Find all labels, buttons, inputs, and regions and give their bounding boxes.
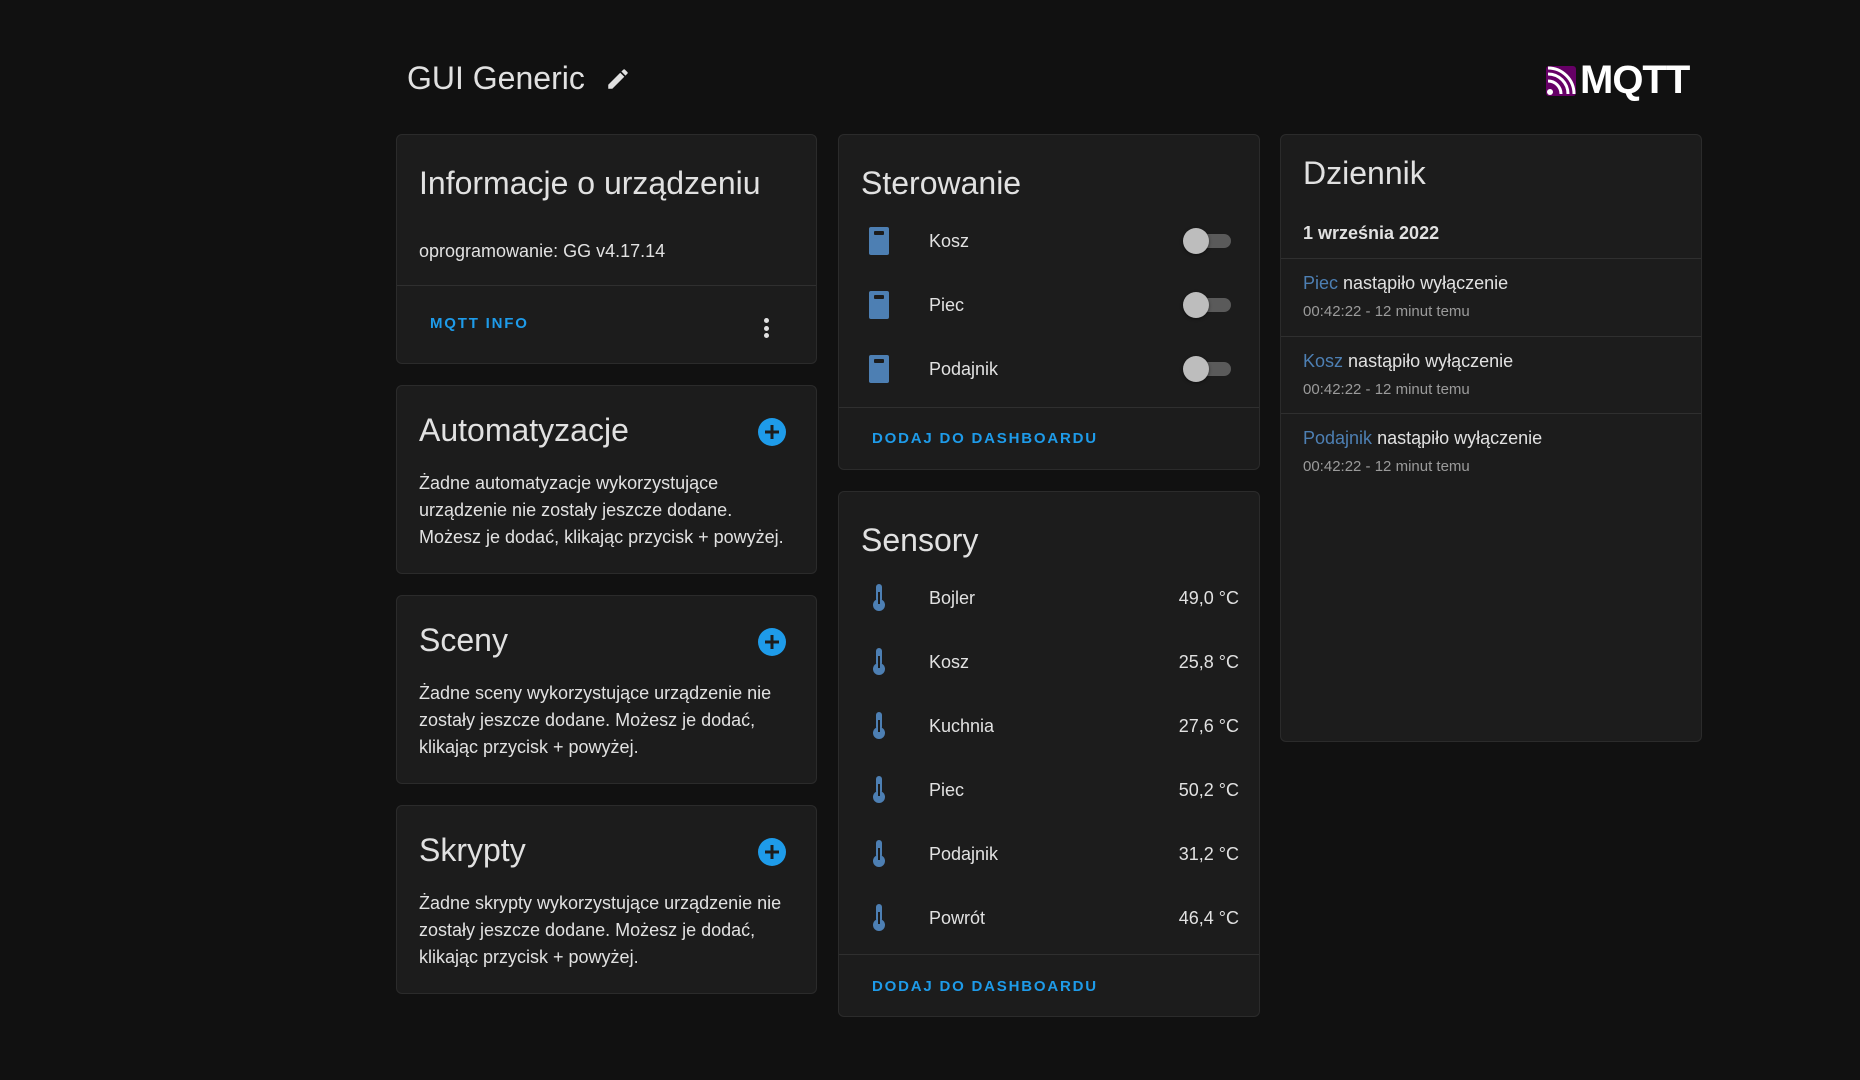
pencil-icon bbox=[608, 68, 628, 89]
scripts-empty-text: Żadne skrypty wykorzystujące urządzenie … bbox=[419, 893, 782, 967]
sensor-value: 25,8 °C bbox=[1178, 651, 1239, 672]
log-message: nastąpiło wyłączenie bbox=[1348, 351, 1514, 371]
firmware-version: oprogramowanie: GG v4.17.14 bbox=[419, 241, 666, 261]
light-switch-icon bbox=[867, 354, 891, 384]
sensor-row-kuchnia[interactable]: Kuchnia 27,6 °C bbox=[839, 694, 1259, 758]
add-to-dashboard-button[interactable]: DODAJ DO DASHBOARDU bbox=[872, 430, 1098, 447]
thermometer-icon bbox=[867, 775, 891, 805]
log-time: 00:42:22 - 12 minut temu bbox=[1303, 381, 1470, 398]
dot bbox=[763, 325, 769, 331]
toggle-thumb bbox=[1183, 292, 1209, 318]
log-entry: Kosz nastąpiło wyłączenie 00:42:22 - 12 … bbox=[1281, 336, 1701, 413]
page-header: GUI Generic bbox=[407, 60, 633, 97]
thermometer-icon bbox=[867, 903, 891, 933]
toggle-thumb bbox=[1183, 356, 1209, 382]
control-row-piec[interactable]: Piec bbox=[839, 273, 1259, 337]
plus-icon bbox=[765, 845, 779, 859]
thermometer-icon bbox=[867, 647, 891, 677]
device-info-card: Informacje o urządzeniu oprogramowanie: … bbox=[396, 134, 817, 364]
sensor-value: 50,2 °C bbox=[1178, 779, 1239, 800]
logbook-date: 1 września 2022 bbox=[1303, 223, 1440, 243]
add-script-button[interactable] bbox=[758, 838, 786, 866]
automations-title: Automatyzacje bbox=[419, 412, 629, 448]
toggle-thumb bbox=[1183, 228, 1209, 254]
add-to-dashboard-button[interactable]: DODAJ DO DASHBOARDU bbox=[872, 978, 1098, 995]
light-switch-icon bbox=[867, 290, 891, 320]
sensor-value: 27,6 °C bbox=[1178, 715, 1239, 736]
scenes-empty-text: Żadne sceny wykorzystujące urządzenie ni… bbox=[419, 683, 772, 757]
sensor-value: 46,4 °C bbox=[1178, 907, 1239, 928]
sensor-label: Podajnik bbox=[929, 843, 999, 864]
automations-card: Automatyzacje Żadne automatyzacje wykorz… bbox=[396, 385, 817, 574]
automations-empty-text: Żadne automatyzacje wykorzystujące urząd… bbox=[419, 473, 784, 547]
sensors-card: Sensory Bojler 49,0 °C Kosz 25,8 °C Kuch… bbox=[838, 491, 1260, 1017]
device-info-title: Informacje o urządzeniu bbox=[419, 165, 761, 201]
log-line: Kosz nastąpiło wyłączenie bbox=[1303, 351, 1513, 372]
sensor-label: Kosz bbox=[929, 651, 970, 672]
logbook-card: Dziennik 1 września 2022 Piec nastąpiło … bbox=[1280, 134, 1702, 742]
sensor-row-bojler[interactable]: Bojler 49,0 °C bbox=[839, 566, 1259, 630]
control-row-podajnik[interactable]: Podajnik bbox=[839, 337, 1259, 401]
thermometer-icon bbox=[867, 583, 891, 613]
log-entry: Piec nastąpiło wyłączenie 00:42:22 - 12 … bbox=[1281, 258, 1701, 335]
toggle-switch-kosz[interactable] bbox=[1183, 228, 1231, 254]
toggle-switch-podajnik[interactable] bbox=[1183, 356, 1231, 382]
thermometer-icon bbox=[867, 711, 891, 741]
sensor-label: Bojler bbox=[929, 587, 976, 608]
divider bbox=[839, 407, 1259, 408]
scripts-title: Skrypty bbox=[419, 832, 526, 868]
log-entity-link[interactable]: Podajnik bbox=[1303, 428, 1372, 448]
log-time: 00:42:22 - 12 minut temu bbox=[1303, 458, 1470, 475]
log-message: nastąpiło wyłączenie bbox=[1343, 273, 1509, 293]
mqtt-logo-text: MQTT bbox=[1580, 58, 1690, 102]
sensor-row-podajnik[interactable]: Podajnik 31,2 °C bbox=[839, 822, 1259, 886]
page-title: GUI Generic bbox=[407, 60, 585, 96]
add-scene-button[interactable] bbox=[758, 628, 786, 656]
mqtt-info-button[interactable]: MQTT INFO bbox=[430, 315, 529, 332]
controls-title: Sterowanie bbox=[861, 165, 1022, 201]
sensor-row-powrot[interactable]: Powrót 46,4 °C bbox=[839, 886, 1259, 950]
sensors-title: Sensory bbox=[861, 522, 979, 558]
more-options-button[interactable] bbox=[756, 315, 776, 341]
controls-card: Sterowanie Kosz Piec Podajnik DODAJ DO D… bbox=[838, 134, 1260, 470]
divider bbox=[839, 954, 1259, 955]
log-entry: Podajnik nastąpiło wyłączenie 00:42:22 -… bbox=[1281, 413, 1701, 490]
plus-icon bbox=[765, 425, 779, 439]
sensor-row-piec[interactable]: Piec 50,2 °C bbox=[839, 758, 1259, 822]
log-time: 00:42:22 - 12 minut temu bbox=[1303, 303, 1470, 320]
light-switch-icon bbox=[867, 226, 891, 256]
log-line: Podajnik nastąpiło wyłączenie bbox=[1303, 428, 1542, 449]
edit-device-button[interactable] bbox=[603, 64, 633, 94]
control-label: Piec bbox=[929, 294, 965, 315]
divider bbox=[397, 285, 816, 286]
plus-icon bbox=[765, 635, 779, 649]
sensor-label: Kuchnia bbox=[929, 715, 995, 736]
mqtt-logo-icon bbox=[1546, 65, 1576, 96]
log-line: Piec nastąpiło wyłączenie bbox=[1303, 273, 1508, 294]
sensor-row-kosz[interactable]: Kosz 25,8 °C bbox=[839, 630, 1259, 694]
sensor-label: Powrót bbox=[929, 907, 986, 928]
logbook-title: Dziennik bbox=[1303, 155, 1426, 191]
sensor-value: 31,2 °C bbox=[1178, 843, 1239, 864]
scenes-card: Sceny Żadne sceny wykorzystujące urządze… bbox=[396, 595, 817, 784]
log-message: nastąpiło wyłączenie bbox=[1377, 428, 1543, 448]
toggle-switch-piec[interactable] bbox=[1183, 292, 1231, 318]
scripts-card: Skrypty Żadne skrypty wykorzystujące urz… bbox=[396, 805, 817, 994]
dot bbox=[763, 333, 769, 338]
scenes-title: Sceny bbox=[419, 622, 508, 658]
device-page: GUI Generic MQTT Informacje o urządzeniu… bbox=[0, 0, 1860, 1080]
control-row-kosz[interactable]: Kosz bbox=[839, 209, 1259, 273]
control-label: Podajnik bbox=[929, 358, 999, 379]
thermometer-icon bbox=[867, 839, 891, 869]
log-entity-link[interactable]: Piec bbox=[1303, 273, 1338, 293]
sensor-label: Piec bbox=[929, 779, 965, 800]
control-label: Kosz bbox=[929, 230, 970, 251]
log-entity-link[interactable]: Kosz bbox=[1303, 351, 1343, 371]
mqtt-logo: MQTT bbox=[1546, 58, 1690, 103]
dots-vertical-icon bbox=[763, 318, 769, 323]
sensor-value: 49,0 °C bbox=[1178, 587, 1239, 608]
add-automation-button[interactable] bbox=[758, 418, 786, 446]
